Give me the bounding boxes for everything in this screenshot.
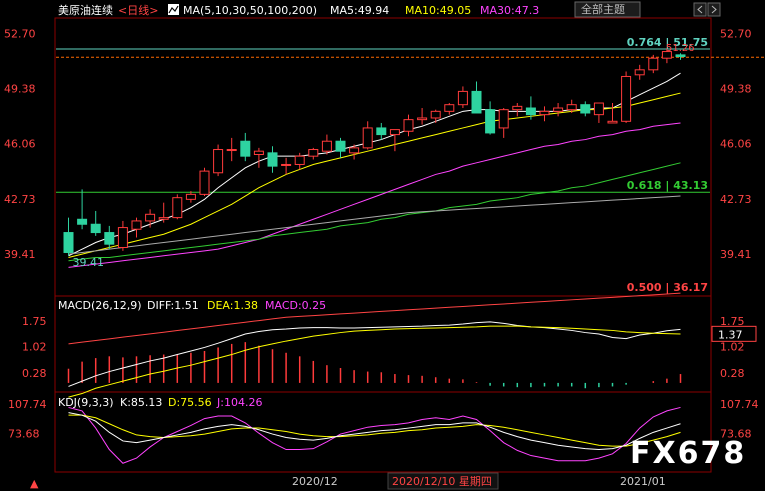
macd-dea-value: DEA:1.38 <box>207 299 258 312</box>
main-panel-frame <box>54 17 712 297</box>
kdj-tick-left-1: 73.68 <box>8 427 40 440</box>
candle-body-18 <box>308 149 319 157</box>
candle-body-11 <box>213 149 224 174</box>
candle-body-45 <box>675 54 686 58</box>
ma10-value: MA10:49.05 <box>405 4 471 17</box>
ma-params-label: MA(5,10,30,50,100,200) <box>183 4 317 17</box>
candle-body-13 <box>240 140 251 157</box>
price-tick-right-1: 49.38 <box>720 82 752 95</box>
candle-body-22 <box>362 127 373 149</box>
kdj-tick-right-0: 107.74 <box>720 398 759 411</box>
candle-body-8 <box>172 197 183 219</box>
candle-body-4 <box>117 227 128 249</box>
candle-body-26 <box>417 117 428 121</box>
candle-body-0 <box>63 232 74 253</box>
fib-label-1: 0.618 | 43.13 <box>627 179 708 192</box>
candle-body-30 <box>471 90 482 114</box>
price-tick-left-4: 39.41 <box>4 248 36 261</box>
macd-tick-left-0: 1.75 <box>22 315 47 328</box>
candle-body-41 <box>621 75 632 122</box>
chart-toggle-icon[interactable] <box>168 4 179 15</box>
candle-body-5 <box>131 220 142 230</box>
candle-body-16 <box>281 163 292 166</box>
candle-body-15 <box>267 152 278 167</box>
candle-body-12 <box>226 149 237 152</box>
candle-body-19 <box>321 140 332 152</box>
ma30-value: MA30:47.3 <box>480 4 539 17</box>
price-tick-left-3: 42.73 <box>4 193 36 206</box>
candle-body-35 <box>539 110 550 116</box>
macd-tick-right-1: 1.02 <box>720 341 745 354</box>
candle-body-43 <box>648 57 659 71</box>
low-price-annotation: 39.41 <box>73 256 105 269</box>
chevron-left-icon[interactable] <box>693 2 707 17</box>
candle-body-32 <box>498 109 509 129</box>
macd-diff-value: DIFF:1.51 <box>147 299 199 312</box>
candle-body-10 <box>199 170 210 195</box>
candle-body-27 <box>430 110 441 119</box>
candle-body-33 <box>512 105 523 111</box>
candle-body-17 <box>294 155 305 165</box>
chevron-right-icon[interactable] <box>707 2 721 17</box>
x-tick-2021-01: 2021/01 <box>620 475 666 488</box>
candle-body-31 <box>485 109 496 134</box>
price-tick-right-2: 46.06 <box>720 138 752 151</box>
candle-body-36 <box>553 107 564 112</box>
x-axis-left-marker: ▲ <box>30 477 39 490</box>
macd-params-label: MACD(26,12,9) <box>58 299 142 312</box>
kdj-params-label: KDJ(9,3,3) <box>58 396 114 409</box>
kdj-d-value: D:75.56 <box>168 396 212 409</box>
candle-body-7 <box>158 217 169 220</box>
price-tick-left-1: 49.38 <box>4 82 36 95</box>
candle-body-2 <box>90 223 101 234</box>
candle-body-21 <box>349 147 360 154</box>
symbol-title: 美原油连续 <box>58 3 113 17</box>
price-tick-right-0: 52.70 <box>720 27 752 40</box>
candle-body-39 <box>593 102 604 116</box>
period-label[interactable]: <日线> <box>118 3 158 17</box>
last-price-annotation: 51.26 <box>666 43 695 54</box>
theme-button[interactable]: 全部主题 <box>581 2 625 16</box>
candle-body-20 <box>335 140 346 152</box>
candle-body-1 <box>77 218 88 225</box>
candle-body-24 <box>389 129 400 136</box>
price-tick-left-0: 52.70 <box>4 27 36 40</box>
price-tick-right-3: 42.73 <box>720 193 752 206</box>
kdj-j-value: J:104.26 <box>216 396 262 409</box>
fx678-watermark: FX678 <box>630 436 747 471</box>
candle-body-37 <box>566 104 577 111</box>
macd-tick-left-2: 0.28 <box>22 367 47 380</box>
candle-body-9 <box>185 193 196 200</box>
macd-tick-right-2: 0.28 <box>720 367 745 380</box>
candle-body-29 <box>457 90 468 106</box>
candle-body-28 <box>444 104 455 112</box>
candle-body-25 <box>403 119 414 132</box>
candle-body-40 <box>607 120 618 124</box>
candle-body-42 <box>634 69 645 76</box>
fib-label-2: 0.500 | 36.17 <box>627 281 708 294</box>
macd-tick-left-1: 1.02 <box>22 341 47 354</box>
candle-body-6 <box>145 213 156 222</box>
macd-value: MACD:0.25 <box>265 299 326 312</box>
price-tick-left-2: 46.06 <box>4 138 36 151</box>
candle-body-3 <box>104 232 115 245</box>
candle-body-23 <box>376 127 387 136</box>
price-tick-right-4: 39.41 <box>720 248 752 261</box>
kdj-tick-left-0: 107.74 <box>8 398 47 411</box>
candle-body-14 <box>253 150 264 156</box>
candle-body-34 <box>525 107 536 116</box>
cursor-date-label: 2020/12/10 星期四 <box>392 475 492 488</box>
chart-canvas: 美原油连续 <日线> MA(5,10,30,50,100,200) MA5:49… <box>4 1 765 490</box>
ma5-value: MA5:49.94 <box>330 4 389 17</box>
x-tick-2020-12: 2020/12 <box>292 475 338 488</box>
kdj-k-value: K:85.13 <box>120 396 162 409</box>
macd-current-tag: 1.37 <box>718 328 743 341</box>
candle-body-38 <box>580 104 591 114</box>
